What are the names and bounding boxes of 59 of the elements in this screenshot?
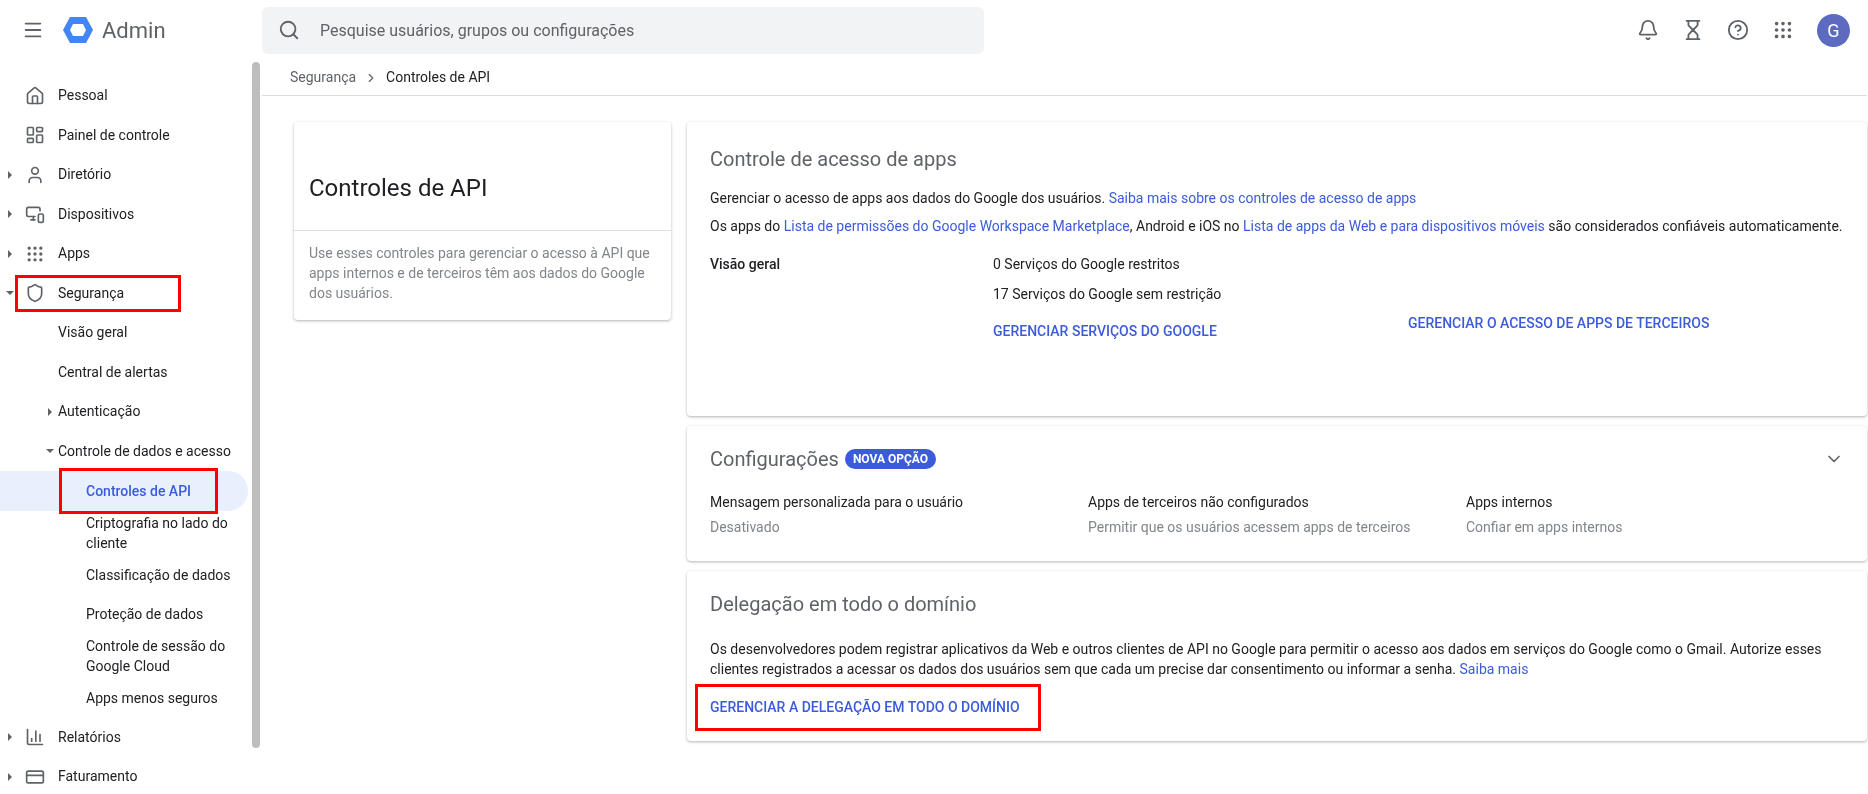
new-badge: NOVA OPÇÃO	[844, 449, 937, 469]
card-title: Controle de acesso de apps	[710, 146, 958, 173]
manage-google-services-link[interactable]: GERENCIAR SERVIÇOS DO GOOGLE	[993, 321, 1408, 342]
manage-delegation-link[interactable]: GERENCIAR A DELEGAÇÃO EM TODO O DOMÍNIO	[698, 687, 1038, 728]
stat-text: 17 Serviços do Google sem restrição	[993, 285, 1222, 304]
nav-item[interactable]: Diretório	[18, 159, 122, 191]
link[interactable]: Saiba mais sobre os controles de acesso de apps	[1108, 190, 1417, 206]
setting-name[interactable]: Apps de terceiros não configurados	[1088, 492, 1466, 513]
nav-item[interactable]: Criptografia no lado do cliente	[62, 511, 236, 555]
product-name: Admin	[102, 16, 166, 45]
nav-item[interactable]: Relatórios	[18, 721, 131, 753]
card-title: Configurações	[710, 446, 839, 473]
nav-item[interactable]: Pessoal	[18, 80, 118, 112]
description-text: Os apps do Lista de permissões do Google Workspace Marketplace, Android e iOS no Lista de apps da Web e para dispositivos móveis são considerados confiáveis automaticamente.	[710, 217, 1844, 236]
help-icon[interactable]	[1727, 19, 1749, 41]
breadcrumb-link[interactable]: Segurança	[290, 67, 357, 88]
nav-item[interactable]: Controle de sessão do Google Cloud	[62, 634, 236, 678]
manage-third-party-link[interactable]: GERENCIAR O ACESSO DE APPS DE TERCEIROS	[1408, 313, 1710, 342]
bar-chart-icon	[25, 727, 45, 748]
setting-value: Confiar em apps internos	[1466, 518, 1624, 537]
notifications-icon[interactable]	[1637, 19, 1659, 41]
nav-item[interactable]: Visão geral	[58, 318, 128, 348]
nav-item[interactable]: Central de alertas	[58, 357, 168, 387]
devices-icon	[25, 204, 45, 225]
link[interactable]: Lista de apps da Web e para dispositivos móveis	[1243, 218, 1545, 234]
home-icon	[25, 85, 45, 106]
stat-text: 0 Serviços do Google restritos	[993, 255, 1181, 274]
nav-item[interactable]: Painel de controle	[18, 119, 180, 151]
person-icon	[25, 164, 45, 185]
hexagon-logo-icon	[62, 16, 94, 44]
nav-item[interactable]: Controle de dados e acesso	[58, 436, 231, 466]
setting-name[interactable]: Mensagem personalizada para o usuário	[710, 492, 1088, 513]
nav-item[interactable]: Dispositivos	[18, 198, 145, 230]
apps-grid-icon[interactable]	[1772, 19, 1794, 41]
search-icon	[278, 18, 300, 41]
description-text: Use esses controles para gerenciar o acesso à API que apps internos e de terceiros têm aos dados do Google dos usuários.	[308, 244, 651, 303]
breadcrumb-current: Controles de API	[386, 68, 491, 87]
shield-icon	[25, 283, 45, 304]
description-text: Os desenvolvedores podem registrar aplicativos da Web e outros clientes de API no Google para permitir o acesso aos dados em serviços do Google como o Gmail. Autorize esses clientes registrados a acessar os dados dos usuários sem que cada um precise dar consentimento ou informar a senha. Saiba mais	[710, 640, 1823, 679]
nav-item[interactable]: Autenticação	[58, 397, 141, 427]
nav-item[interactable]: Apps	[18, 238, 101, 270]
nav-item[interactable]: Apps menos seguros	[62, 685, 218, 710]
card-title: Delegação em todo o domínio	[710, 591, 978, 618]
avatar[interactable]: G	[1817, 13, 1850, 47]
nav-item[interactable]: Faturamento	[18, 761, 148, 793]
setting-value: Permitir que os usuários acessem apps de terceiros	[1088, 518, 1412, 537]
overview-label: Visão geral	[710, 255, 782, 274]
nav-item[interactable]: Classificação de dados	[62, 562, 231, 587]
scrollbar[interactable]	[252, 62, 260, 748]
search-field[interactable]: Pesquise usuários, grupos ou configurações	[262, 6, 984, 54]
dashboard-icon	[25, 125, 45, 146]
description-text: Gerenciar o acesso de apps aos dados do Google dos usuários. Saiba mais sobre os controles de acesso de apps	[710, 189, 1418, 208]
learn-more-link[interactable]: Saiba mais	[1459, 661, 1529, 677]
page-title: Controles de API	[309, 173, 488, 204]
setting-name[interactable]: Apps internos	[1466, 492, 1844, 513]
setting-value: Desativado	[710, 518, 781, 537]
link[interactable]: Lista de permissões do Google Workspace Marketplace	[783, 218, 1130, 234]
nav-item[interactable]: Proteção de dados	[62, 602, 204, 627]
nav-item[interactable]: Segurança	[18, 277, 178, 309]
